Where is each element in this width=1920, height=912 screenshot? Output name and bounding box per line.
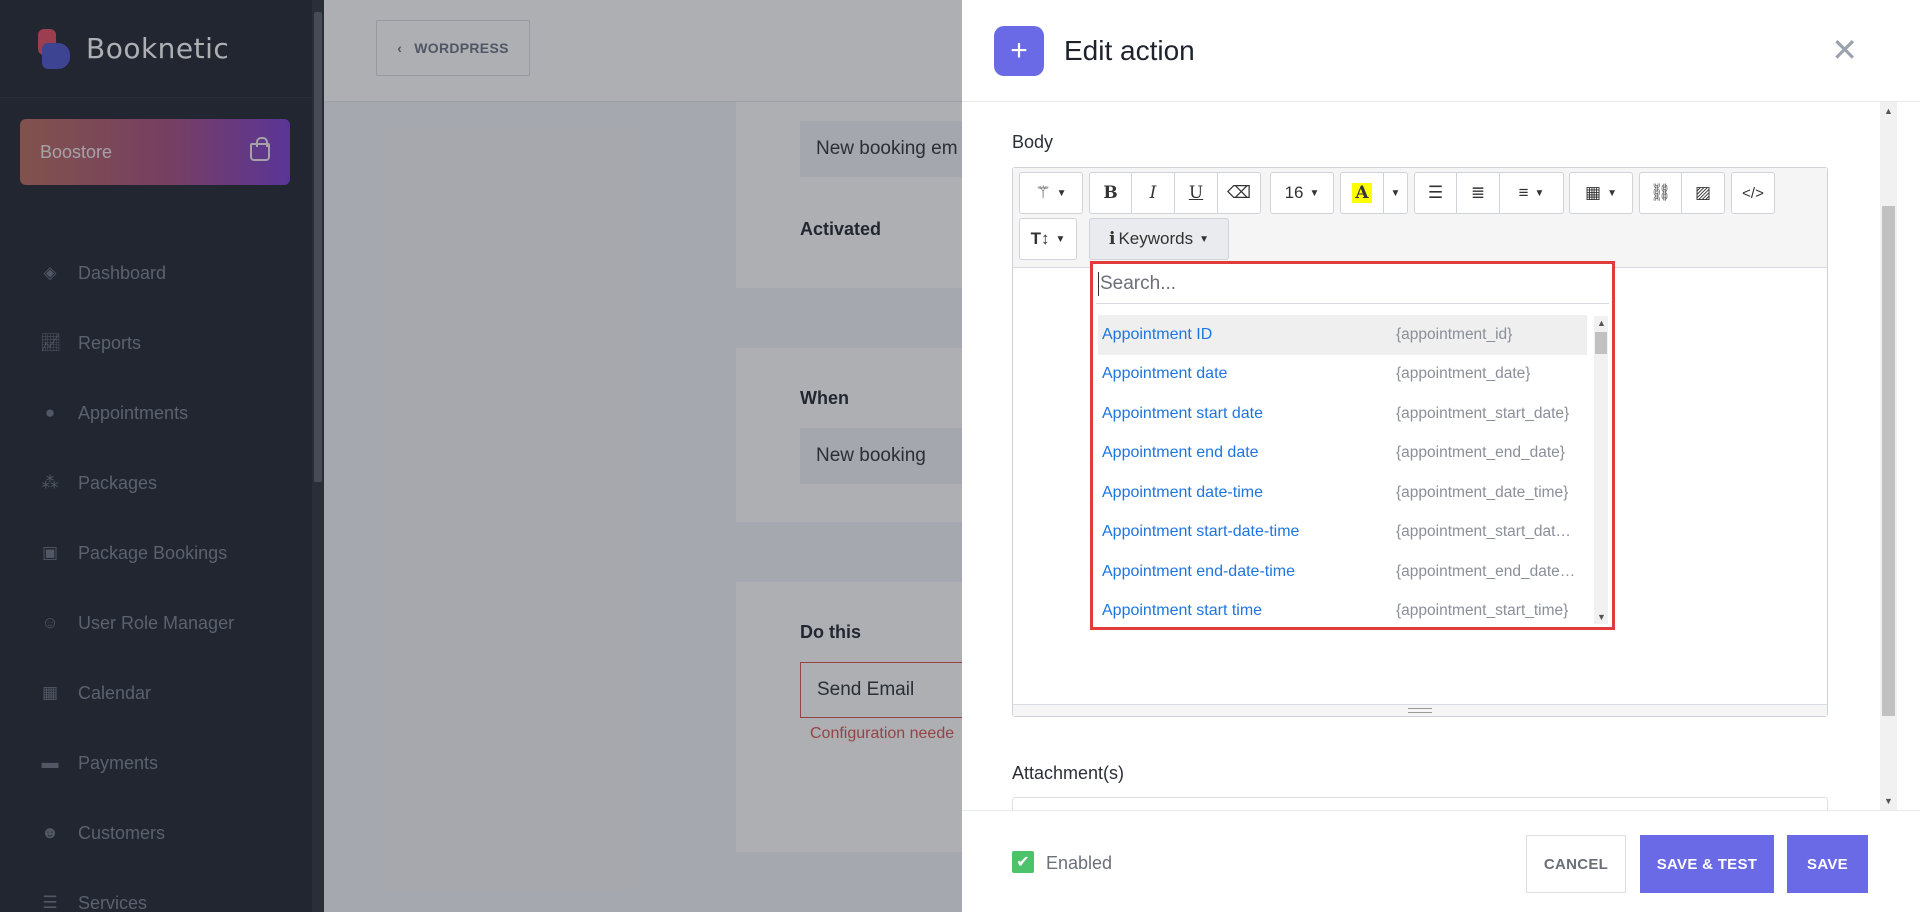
keywords-search-placeholder: Search...	[1100, 272, 1177, 294]
enabled-label: Enabled	[1046, 853, 1113, 873]
keyword-placeholder: {appointment_end_date_time}	[1396, 562, 1578, 580]
caret-down-icon: ▼	[1055, 233, 1066, 245]
keyword-placeholder: {appointment_date}	[1396, 365, 1531, 383]
style-button[interactable]: ⚚ ▼	[1019, 172, 1083, 214]
save-and-test-button[interactable]: SAVE & TEST	[1640, 835, 1774, 893]
keyword-label: Appointment end-date-time	[1102, 562, 1295, 580]
attachments-field[interactable]	[1012, 797, 1828, 811]
save-button[interactable]: SAVE	[1787, 835, 1868, 893]
font-size-dropdown[interactable]: 16 ▼	[1270, 172, 1334, 214]
table-dropdown[interactable]: ▦ ▼	[1569, 172, 1633, 214]
keyword-item[interactable]: Appointment date {appointment_date}	[1098, 355, 1587, 395]
keyword-placeholder: {appointment_start_date_time}	[1396, 523, 1578, 541]
font-size-value: 16	[1284, 183, 1304, 202]
magic-wand-icon: ⚚	[1035, 183, 1051, 202]
keyword-label: Appointment start date	[1102, 404, 1263, 422]
keyword-item[interactable]: Appointment start time {appointment_start…	[1098, 592, 1587, 632]
keyword-label: Appointment date-time	[1102, 483, 1263, 501]
panel-title: Edit action	[1064, 34, 1195, 66]
caret-down-icon: ▼	[1199, 233, 1209, 245]
paragraph-dropdown[interactable]: ≡ ▼	[1500, 172, 1564, 214]
caret-down-icon: ▼	[1534, 187, 1545, 199]
caret-down-icon: ▼	[1390, 187, 1401, 199]
caret-down-icon: ▼	[1056, 187, 1067, 199]
keyword-item[interactable]: Appointment start date {appointment_start…	[1098, 394, 1587, 434]
check-icon: ✔	[1016, 854, 1030, 871]
table-icon: ▦	[1585, 183, 1602, 202]
keyword-label: Appointment ID	[1102, 325, 1213, 343]
color-dropdown[interactable]: ▼	[1384, 172, 1408, 214]
text-color-button[interactable]: A	[1340, 172, 1384, 214]
scroll-down-icon[interactable]: ▼	[1884, 796, 1893, 806]
underline-button[interactable]: U	[1175, 172, 1218, 214]
panel-footer: ✔ Enabled CANCEL SAVE & TEST SAVE	[962, 810, 1920, 912]
text-height-icon: T↕	[1030, 229, 1050, 248]
align-left-icon: ≡	[1518, 183, 1529, 202]
scroll-up-icon[interactable]: ▲	[1884, 106, 1893, 116]
caret-down-icon: ▼	[1607, 187, 1617, 199]
keywords-scrollbar[interactable]: ▲ ▼	[1594, 316, 1608, 624]
scroll-up-icon[interactable]: ▲	[1597, 318, 1606, 328]
keyword-item[interactable]: Appointment ID {appointment_id}	[1098, 315, 1587, 355]
italic-button[interactable]: I	[1132, 172, 1175, 214]
ordered-list-button[interactable]: ≣	[1457, 172, 1500, 214]
font-style-group: B I U ⌫	[1089, 172, 1261, 214]
keyword-placeholder: {appointment_id}	[1396, 325, 1513, 343]
panel-scrollbar[interactable]: ▲ ▼	[1880, 102, 1897, 810]
insert-group: ⛓ ▨	[1639, 172, 1725, 214]
resize-handle[interactable]	[1013, 704, 1827, 716]
highlight-a-icon: A	[1352, 183, 1372, 203]
keywords-menu: Search... Appointment ID {appointment_id}…	[1090, 261, 1615, 630]
keyword-label: Appointment start time	[1102, 602, 1263, 620]
link-button[interactable]: ⛓	[1639, 172, 1682, 214]
keywords-scrollbar-thumb[interactable]	[1595, 332, 1607, 354]
panel-scrollbar-thumb[interactable]	[1882, 206, 1895, 716]
keyword-label: Appointment end date	[1102, 444, 1259, 462]
keyword-label: Appointment start-date-time	[1102, 523, 1300, 541]
text-height-dropdown[interactable]: T↕ ▼	[1019, 218, 1077, 260]
attachments-label: Attachment(s)	[1012, 763, 1125, 783]
link-icon: ⛓	[1649, 183, 1672, 202]
image-icon: ▨	[1694, 183, 1712, 202]
enabled-checkbox[interactable]: ✔	[1012, 851, 1034, 873]
list-group: ☰ ≣ ≡ ▼	[1414, 172, 1564, 214]
panel-header: + Edit action ✕	[962, 0, 1920, 102]
caret-down-icon: ▼	[1309, 187, 1320, 199]
eraser-icon[interactable]: ⌫	[1218, 172, 1261, 214]
unordered-list-button[interactable]: ☰	[1414, 172, 1457, 214]
keywords-list: Appointment ID {appointment_id} Appointme…	[1098, 315, 1587, 631]
info-icon: i	[1108, 229, 1116, 249]
code-view-button[interactable]: </>	[1731, 172, 1775, 214]
keyword-item[interactable]: Appointment end-date-time {appointment_en…	[1098, 552, 1587, 592]
image-button[interactable]: ▨	[1682, 172, 1725, 214]
plus-icon: +	[994, 25, 1044, 76]
keyword-label: Appointment date	[1102, 365, 1228, 383]
keywords-dropdown[interactable]: i Keywords ▼	[1089, 218, 1229, 260]
editor-toolbar: ⚚ ▼ B I U ⌫ 16 ▼ A ▼ ☰ ≣ ≡ ▼ ▦ ▼ ⛓ ▨ </>…	[1013, 168, 1827, 268]
cancel-button[interactable]: CANCEL	[1526, 835, 1626, 893]
keywords-label: Keywords	[1118, 229, 1194, 248]
keyword-placeholder: {appointment_start_time}	[1396, 602, 1569, 620]
keyword-item[interactable]: Appointment start-date-time {appointment_…	[1098, 513, 1587, 553]
text-cursor	[1098, 271, 1099, 296]
keyword-placeholder: {appointment_start_date}	[1396, 404, 1570, 422]
keyword-placeholder: {appointment_end_date}	[1396, 444, 1565, 462]
keyword-placeholder: {appointment_date_time}	[1396, 483, 1569, 501]
keyword-item[interactable]: Appointment date-time {appointment_date_t…	[1098, 473, 1587, 513]
color-group: A ▼	[1340, 172, 1408, 214]
bold-button[interactable]: B	[1089, 172, 1132, 214]
scroll-down-icon[interactable]: ▼	[1597, 612, 1606, 622]
keywords-search-input[interactable]: Search...	[1096, 264, 1609, 304]
keyword-item[interactable]: Appointment end date {appointment_end_dat…	[1098, 434, 1587, 474]
close-icon[interactable]: ✕	[1831, 34, 1858, 66]
body-label: Body	[1012, 132, 1054, 152]
